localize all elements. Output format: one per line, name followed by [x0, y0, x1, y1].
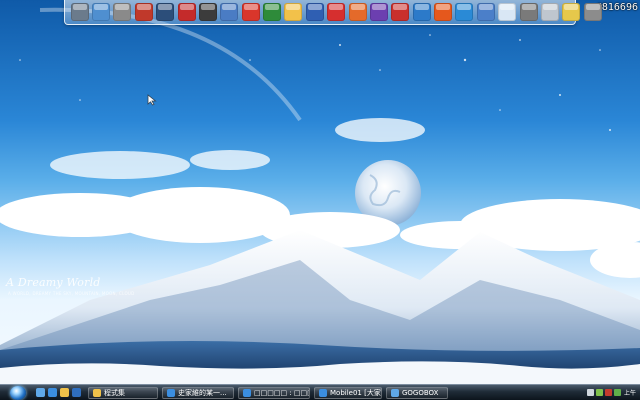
photo-icon[interactable]: [220, 3, 239, 21]
taskbar-button-label: 程式集: [104, 388, 125, 397]
quick-launch: [36, 388, 84, 397]
volume-icon[interactable]: [586, 389, 594, 396]
dock-toolbar: [64, 0, 602, 25]
window-icon: [243, 388, 251, 397]
taskbar-button-label: □□□□□ : □□□...: [254, 388, 309, 397]
light-streak: [39, 7, 302, 122]
film-icon[interactable]: [198, 3, 217, 21]
network-icon[interactable]: [595, 389, 603, 396]
zoom-icon[interactable]: [348, 3, 367, 21]
computer-icon[interactable]: [92, 3, 111, 21]
window-icon: [167, 388, 175, 397]
power-icon[interactable]: [241, 3, 260, 21]
media-player-icon[interactable]: [177, 3, 196, 21]
download-icon[interactable]: [434, 3, 453, 21]
show-desktop-icon[interactable]: [36, 388, 45, 397]
notepad-icon[interactable]: [369, 3, 388, 21]
pdf-icon[interactable]: [391, 3, 410, 21]
system-tray: 上午: [585, 387, 636, 398]
folder-icon[interactable]: [60, 388, 69, 397]
ime-icon[interactable]: [613, 389, 621, 396]
folder-icon[interactable]: [284, 3, 303, 21]
taskbar-button-label: 史家維的某一...: [178, 388, 227, 397]
globe-icon[interactable]: [412, 3, 431, 21]
plane-icon[interactable]: [562, 3, 581, 21]
antivirus-icon[interactable]: [604, 389, 612, 396]
start-button[interactable]: [10, 385, 26, 400]
wallpaper-subtitle: A WORLD, DREAMY THE SKY, MOUNTAIN, MOON,…: [8, 291, 135, 296]
excel-icon[interactable]: [263, 3, 282, 21]
media-icon[interactable]: [72, 388, 81, 397]
taskbar: 程式集 史家維的某一... □□□□□ : □□□... Mobile01 [大家..…: [0, 384, 640, 400]
clock[interactable]: 上午: [624, 388, 636, 397]
taskbar-button[interactable]: 史家維的某一...: [162, 386, 234, 399]
stars: [19, 34, 611, 131]
desktop: A Dreamy World A WORLD, DREAMY THE SKY, …: [0, 0, 640, 400]
mouse-cursor-icon: [147, 94, 157, 106]
play-icon[interactable]: [455, 3, 474, 21]
settings-icon[interactable]: [519, 3, 538, 21]
taskbar-button-label: Mobile01 [大家...: [330, 388, 382, 397]
window-icon: [93, 388, 101, 397]
wallpaper: [0, 7, 640, 385]
warning-icon[interactable]: [327, 3, 346, 21]
taskbar-button[interactable]: Mobile01 [大家...: [314, 386, 382, 399]
tools-icon[interactable]: [113, 3, 132, 21]
taskbar-button[interactable]: □□□□□ : □□□...: [238, 386, 310, 399]
window-icon: [391, 388, 399, 397]
tray-icons: [585, 389, 621, 396]
toolbox-icon[interactable]: [134, 3, 153, 21]
ie-icon[interactable]: [48, 388, 57, 397]
word-icon[interactable]: [305, 3, 324, 21]
taskbar-button[interactable]: GOGOBOX: [386, 386, 448, 399]
image-tag: #816696: [595, 2, 638, 13]
window-icon: [319, 388, 327, 397]
network-icon[interactable]: [540, 3, 559, 21]
document-icon[interactable]: [476, 3, 495, 21]
monitor-icon[interactable]: [70, 3, 89, 21]
trash-icon[interactable]: [583, 3, 602, 21]
star-icon[interactable]: [498, 3, 517, 21]
taskbar-button[interactable]: 程式集: [88, 386, 158, 399]
taskbar-button-label: GOGOBOX: [402, 388, 439, 397]
wallpaper-title: A Dreamy World: [6, 276, 101, 289]
music-icon[interactable]: [156, 3, 175, 21]
task-list: 程式集 史家維的某一... □□□□□ : □□□... Mobile01 [大家..…: [84, 386, 448, 399]
